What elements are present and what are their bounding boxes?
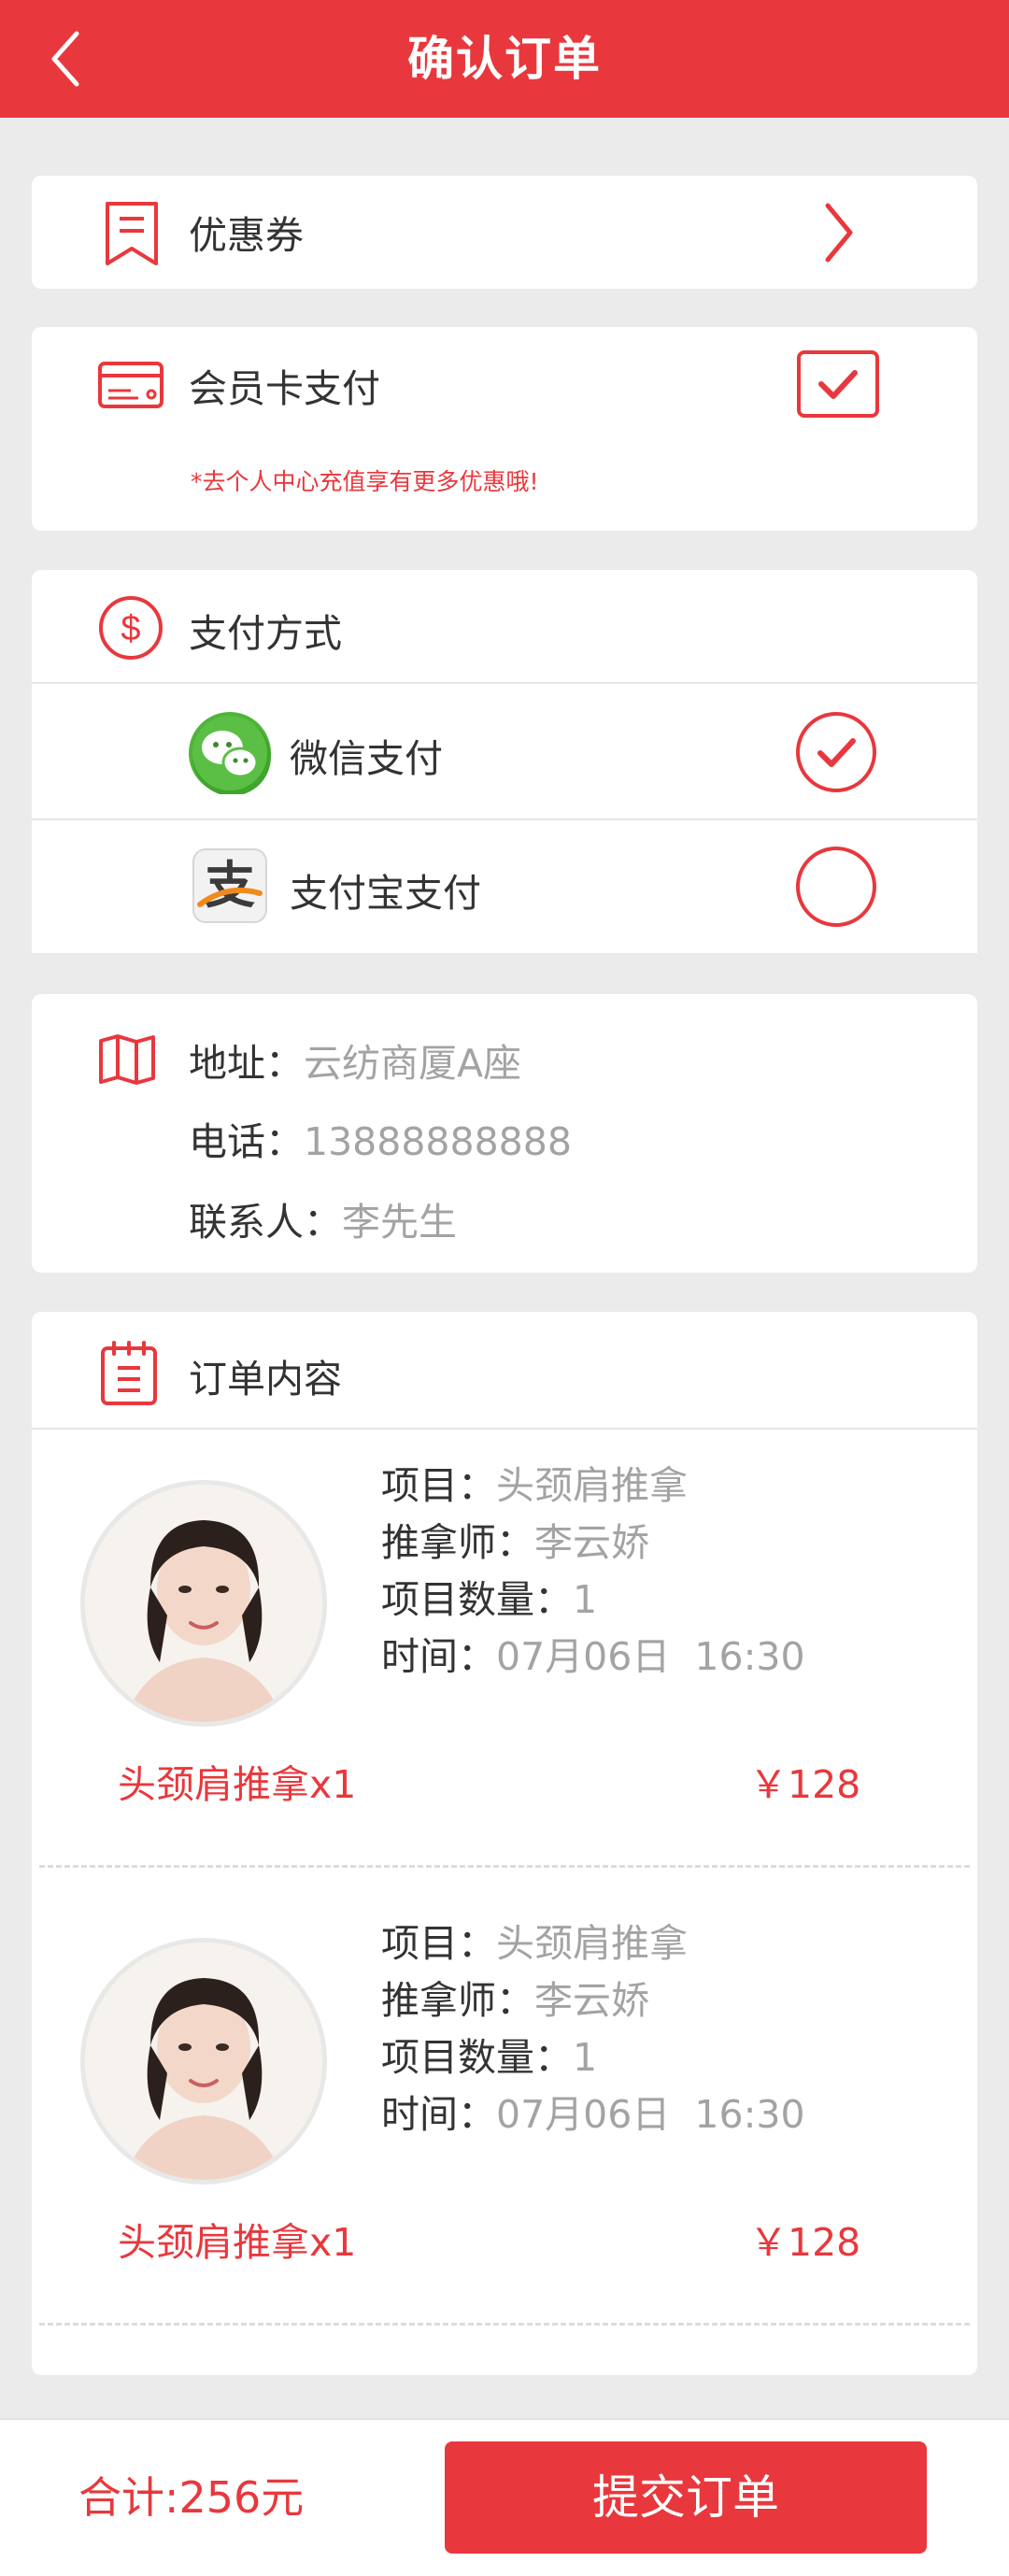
bottom-bar: 合计:256元 提交订单: [0, 2418, 1009, 2576]
item-quantity: 项目数量：1: [381, 1572, 597, 1629]
phone-row: 电话：13888888888: [189, 1110, 572, 1166]
payment-title: 支付方式: [189, 611, 342, 656]
time-value: 07月06日 16:30: [496, 2092, 805, 2137]
coupon-ribbon-icon: [106, 202, 158, 265]
time-key: 时间：: [381, 1634, 496, 1679]
dashed-divider: [39, 1865, 970, 1868]
therapist-key: 推拿师：: [381, 1978, 534, 2023]
item-therapist: 推拿师：李云娇: [381, 1515, 649, 1572]
contact-key: 联系人：: [189, 1200, 342, 1245]
project-value: 头颈肩推拿: [496, 1463, 688, 1508]
therapist-avatar: [80, 1938, 327, 2185]
item-summary: 头颈肩推拿x1: [118, 1762, 357, 1807]
therapist-key: 推拿师：: [381, 1520, 534, 1565]
quantity-value: 1: [573, 1577, 598, 1622]
member-card-note: *去个人中心充值享有更多优惠哦!: [191, 468, 539, 495]
item-project: 项目：头颈肩推拿: [381, 1915, 688, 1972]
time-key: 时间：: [381, 2092, 496, 2137]
svg-text:$: $: [121, 609, 140, 648]
phone-key: 电话：: [189, 1119, 304, 1164]
dashed-divider: [39, 2323, 970, 2326]
item-time: 时间：07月06日 16:30: [381, 1629, 805, 1686]
svg-text:支: 支: [205, 856, 255, 915]
quantity-value: 1: [573, 2035, 598, 2080]
submit-order-button[interactable]: 提交订单: [445, 2441, 927, 2554]
payment-option-wechat[interactable]: 微信支付: [32, 684, 977, 818]
order-item[interactable]: 项目：头颈肩推拿 推拿师：李云娇 项目数量：1 时间：07月06日 16:30 …: [32, 1430, 977, 1887]
item-summary: 头颈肩推拿x1: [118, 2220, 357, 2265]
quantity-key: 项目数量：: [381, 2035, 573, 2080]
item-price: ￥128: [749, 1762, 861, 1807]
address-key: 地址：: [189, 1041, 304, 1086]
project-value: 头颈肩推拿: [496, 1921, 688, 1966]
dollar-icon: $: [99, 596, 163, 660]
member-card-label: 会员卡支付: [189, 366, 380, 411]
item-price: ￥128: [749, 2220, 861, 2265]
coupon-row[interactable]: 优惠券: [32, 176, 977, 289]
item-project: 项目：头颈肩推拿: [381, 1458, 688, 1515]
therapist-value: 李云娇: [534, 1520, 649, 1565]
item-quantity: 项目数量：1: [381, 2029, 597, 2086]
alipay-icon: 支: [192, 848, 267, 923]
item-therapist: 推拿师：李云娇: [381, 1972, 649, 2029]
member-card-checkbox[interactable]: [796, 349, 880, 419]
payment-option-alipay[interactable]: 支 支付宝支付: [32, 820, 977, 953]
payment-method-section: $ 支付方式 微信支付 支 支付宝支付: [32, 570, 977, 953]
coupon-label: 优惠券: [189, 213, 304, 258]
address-row: 地址：云纺商厦A座: [189, 1032, 521, 1088]
page-title: 确认订单: [407, 32, 602, 86]
member-card-section: 会员卡支付 *去个人中心充值享有更多优惠哦!: [32, 327, 977, 531]
project-key: 项目：: [381, 1921, 496, 1966]
order-content-section: 订单内容 项目：头颈肩推拿 推拿师：李云娇 项目数量：1 时间：07月06日 1…: [32, 1312, 977, 2375]
wechat-pay-label: 微信支付: [290, 736, 443, 781]
contact-value: 李先生: [342, 1200, 457, 1245]
map-icon: [99, 1034, 155, 1085]
order-content-title: 订单内容: [189, 1357, 342, 1402]
radio-unchecked-icon[interactable]: [794, 845, 878, 929]
item-time: 时间：07月06日 16:30: [381, 2086, 805, 2143]
therapist-value: 李云娇: [534, 1978, 649, 2023]
order-item[interactable]: 项目：头颈肩推拿 推拿师：李云娇 项目数量：1 时间：07月06日 16:30 …: [32, 1887, 977, 2345]
clipboard-icon: [101, 1341, 157, 1405]
alipay-label: 支付宝支付: [290, 871, 481, 916]
radio-checked-icon[interactable]: [794, 710, 878, 794]
project-key: 项目：: [381, 1463, 496, 1508]
top-bar: 确认订单: [0, 0, 1009, 118]
address-section[interactable]: 地址：云纺商厦A座 电话：13888888888 联系人：李先生: [32, 994, 977, 1273]
contact-row: 联系人：李先生: [189, 1190, 457, 1246]
phone-value: 13888888888: [304, 1119, 572, 1164]
address-value: 云纺商厦A座: [304, 1041, 522, 1086]
therapist-avatar: [80, 1480, 327, 1727]
quantity-key: 项目数量：: [381, 1577, 573, 1622]
card-icon: [98, 362, 163, 408]
wechat-icon: [189, 712, 271, 794]
time-value: 07月06日 16:30: [496, 1634, 805, 1679]
order-total: 合计:256元: [78, 2472, 305, 2523]
chevron-right-icon[interactable]: [820, 200, 858, 265]
